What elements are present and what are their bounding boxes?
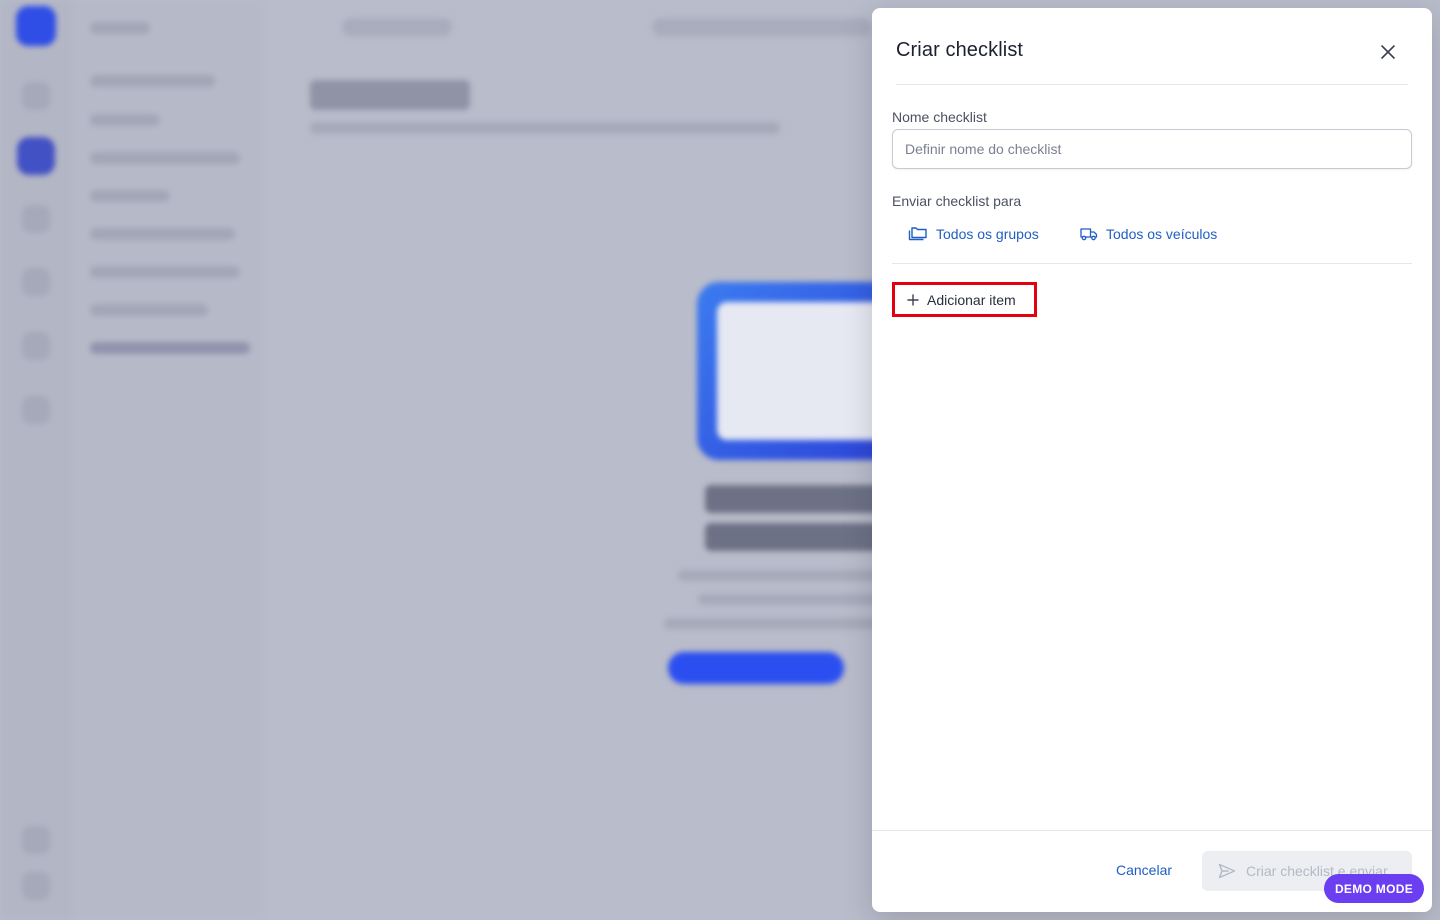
sidebar-line bbox=[90, 266, 240, 278]
rail-item bbox=[22, 826, 50, 854]
checklist-name-input[interactable] bbox=[892, 129, 1412, 169]
rail-item-active bbox=[17, 137, 55, 175]
main-subtitle bbox=[310, 122, 780, 134]
all-vehicles-link[interactable]: Todos os veículos bbox=[1080, 223, 1217, 245]
sidebar bbox=[72, 0, 262, 920]
sidebar-line bbox=[90, 152, 240, 164]
close-button[interactable] bbox=[1376, 40, 1400, 64]
folders-icon bbox=[908, 227, 927, 241]
rail-item bbox=[22, 332, 50, 360]
close-icon bbox=[1381, 45, 1395, 59]
create-checklist-drawer: Criar checklist Nome checklist Enviar ch… bbox=[872, 8, 1432, 912]
send-to-label: Enviar checklist para bbox=[892, 193, 1022, 209]
sidebar-line bbox=[90, 228, 235, 240]
sidebar-line bbox=[90, 190, 170, 202]
drawer-title: Criar checklist bbox=[896, 39, 1024, 61]
sidebar-line bbox=[90, 304, 208, 316]
name-field-label: Nome checklist bbox=[892, 109, 987, 125]
empty-state-button bbox=[668, 652, 844, 684]
sidebar-line-active bbox=[90, 342, 250, 354]
empty-state-text bbox=[664, 618, 894, 629]
demo-mode-badge: DEMO MODE bbox=[1324, 874, 1424, 903]
empty-state-text bbox=[678, 570, 898, 581]
drawer-header: Criar checklist bbox=[896, 8, 1408, 85]
rail-item bbox=[22, 268, 50, 296]
add-item-label: Adicionar item bbox=[927, 291, 1016, 308]
rail-item bbox=[22, 396, 50, 424]
top-pill bbox=[652, 18, 872, 36]
truck-icon bbox=[1080, 228, 1098, 241]
rail-item bbox=[22, 205, 50, 233]
main-title bbox=[310, 80, 470, 110]
plus-icon bbox=[907, 293, 919, 306]
section-divider bbox=[892, 263, 1412, 264]
rail-item bbox=[22, 82, 50, 110]
app-logo bbox=[16, 6, 56, 46]
sidebar-line bbox=[90, 75, 215, 87]
sidebar-line bbox=[90, 22, 150, 34]
all-vehicles-label: Todos os veículos bbox=[1106, 226, 1218, 242]
rail-item bbox=[22, 872, 50, 900]
empty-state-text bbox=[698, 594, 888, 605]
nav-rail bbox=[0, 0, 72, 920]
add-item-button[interactable]: Adicionar item bbox=[892, 282, 1037, 317]
top-pill bbox=[342, 18, 452, 36]
all-groups-link[interactable]: Todos os grupos bbox=[908, 223, 1039, 245]
all-groups-label: Todos os grupos bbox=[936, 226, 1039, 242]
sidebar-line bbox=[90, 114, 160, 126]
cancel-button[interactable]: Cancelar bbox=[1116, 862, 1172, 878]
send-icon bbox=[1218, 863, 1236, 879]
